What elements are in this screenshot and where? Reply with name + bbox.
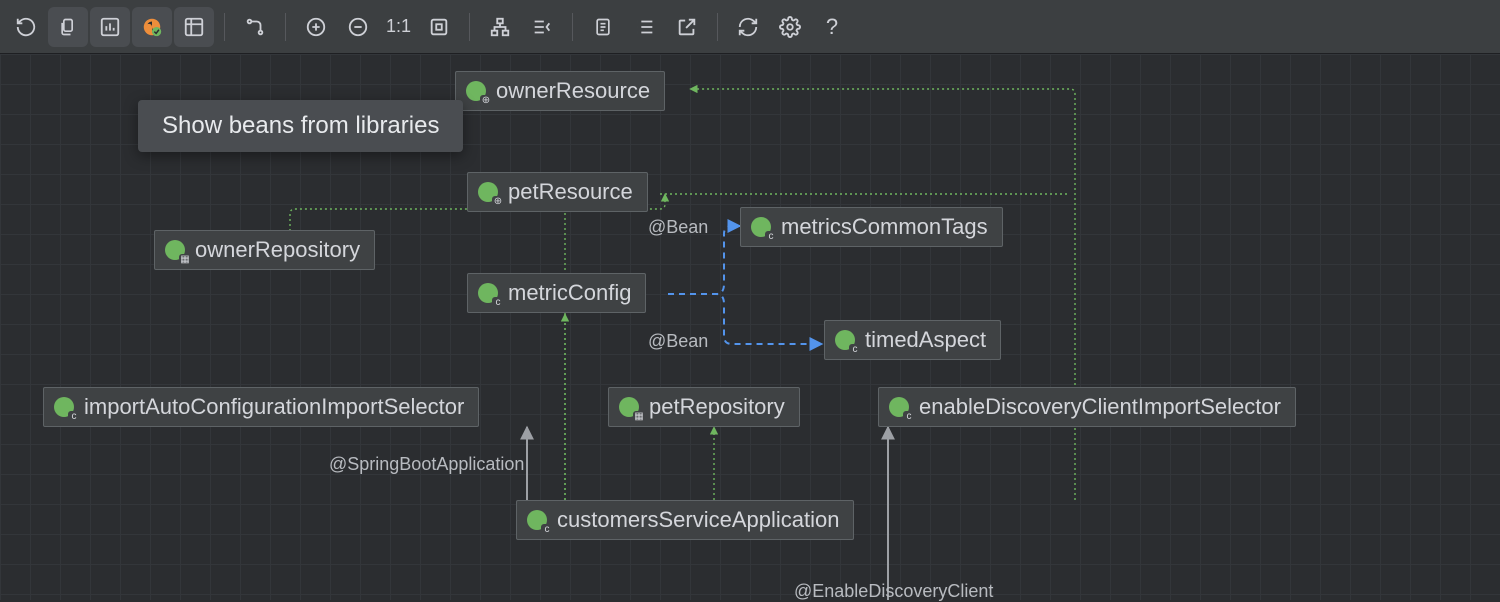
- zoom-in-icon[interactable]: [296, 7, 336, 47]
- document-icon[interactable]: [583, 7, 623, 47]
- node-label: petResource: [508, 179, 633, 205]
- node-label: customersServiceApplication: [557, 507, 839, 533]
- bean-icon: [619, 397, 639, 417]
- bean-icon: [527, 510, 547, 530]
- zoom-out-icon[interactable]: [338, 7, 378, 47]
- bean-icon: [466, 81, 486, 101]
- node-label: metricConfig: [508, 280, 631, 306]
- node-pet-resource[interactable]: petResource: [467, 172, 648, 212]
- copy-icon[interactable]: [48, 7, 88, 47]
- fit-content-icon[interactable]: [419, 7, 459, 47]
- node-metrics-common-tags[interactable]: metricsCommonTags: [740, 207, 1003, 247]
- node-label: timedAspect: [865, 327, 986, 353]
- bean-icon: [751, 217, 771, 237]
- list-icon[interactable]: [625, 7, 665, 47]
- node-enable-discovery[interactable]: enableDiscoveryClientImportSelector: [878, 387, 1296, 427]
- structure-icon[interactable]: [480, 7, 520, 47]
- bean-icon: [835, 330, 855, 350]
- node-owner-resource[interactable]: ownerResource: [455, 71, 665, 111]
- route-icon[interactable]: [235, 7, 275, 47]
- node-label: metricsCommonTags: [781, 214, 988, 240]
- chart-icon[interactable]: [90, 7, 130, 47]
- node-owner-repository[interactable]: ownerRepository: [154, 230, 375, 270]
- edge-label-bean: @Bean: [648, 331, 708, 352]
- separator: [224, 13, 225, 41]
- node-label: petRepository: [649, 394, 785, 420]
- zoom-actual-button[interactable]: 1:1: [380, 16, 417, 37]
- node-pet-repository[interactable]: petRepository: [608, 387, 800, 427]
- node-label: enableDiscoveryClientImportSelector: [919, 394, 1281, 420]
- separator: [717, 13, 718, 41]
- edge-label-springboot: @SpringBootApplication: [329, 454, 524, 475]
- node-import-auto-config[interactable]: importAutoConfigurationImportSelector: [43, 387, 479, 427]
- settings-icon[interactable]: [770, 7, 810, 47]
- refresh-icon[interactable]: [6, 7, 46, 47]
- separator: [469, 13, 470, 41]
- edge-label-discovery: @EnableDiscoveryClient: [794, 581, 993, 602]
- node-label: ownerResource: [496, 78, 650, 104]
- libraries-toggle[interactable]: [132, 7, 172, 47]
- edge-label-bean: @Bean: [648, 217, 708, 238]
- node-timed-aspect[interactable]: timedAspect: [824, 320, 1001, 360]
- node-label: importAutoConfigurationImportSelector: [84, 394, 464, 420]
- bean-icon: [165, 240, 185, 260]
- node-label: ownerRepository: [195, 237, 360, 263]
- layout-grid-icon[interactable]: [174, 7, 214, 47]
- collapse-icon[interactable]: [522, 7, 562, 47]
- reload-icon[interactable]: [728, 7, 768, 47]
- popout-icon[interactable]: [667, 7, 707, 47]
- help-icon[interactable]: ?: [812, 7, 852, 47]
- separator: [572, 13, 573, 41]
- bean-icon: [54, 397, 74, 417]
- separator: [285, 13, 286, 41]
- diagram-canvas[interactable]: ownerResource petResource ownerRepositor…: [0, 54, 1500, 600]
- bean-icon: [889, 397, 909, 417]
- node-customers-app[interactable]: customersServiceApplication: [516, 500, 854, 540]
- node-metric-config[interactable]: metricConfig: [467, 273, 646, 313]
- toolbar: 1:1 ?: [0, 0, 1500, 54]
- bean-icon: [478, 283, 498, 303]
- bean-icon: [478, 182, 498, 202]
- tooltip: Show beans from libraries: [138, 100, 463, 152]
